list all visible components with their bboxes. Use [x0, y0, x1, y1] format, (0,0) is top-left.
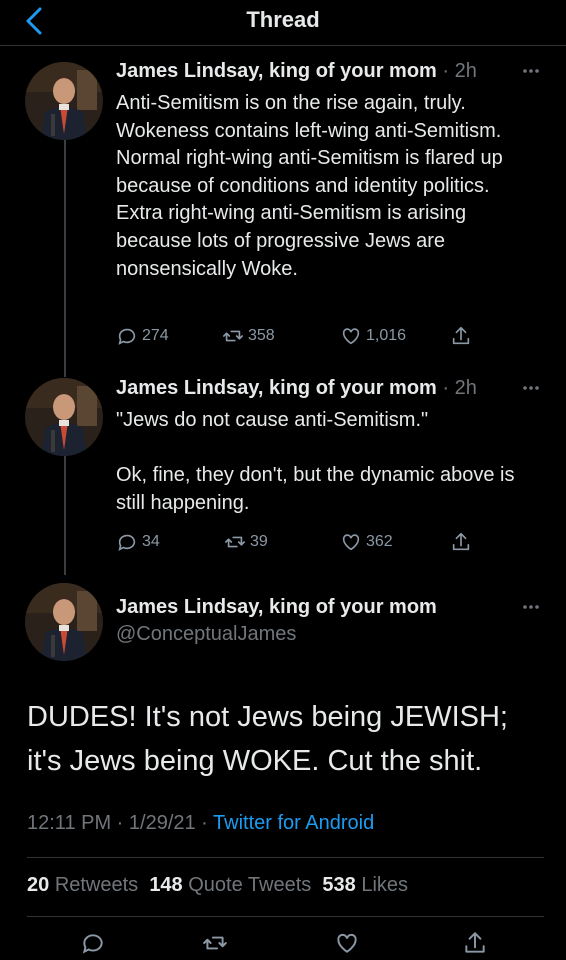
- author-handle[interactable]: @ConceptualJames: [116, 623, 296, 646]
- reply-button[interactable]: 34: [116, 531, 160, 553]
- tweet-text: Anti-Semitism is on the rise again, trul…: [116, 92, 509, 280]
- tweet-time: · 2h: [442, 377, 477, 399]
- tweet-actions: 34 39 362: [116, 531, 486, 555]
- more-horizontal-icon[interactable]: [522, 604, 540, 610]
- share-icon: [452, 532, 470, 551]
- avatar[interactable]: [25, 583, 103, 661]
- retweets-count: 20: [27, 874, 50, 896]
- tweet-header: James Lindsay, king of your mom · 2h: [116, 60, 477, 83]
- heart-icon: [342, 534, 360, 551]
- tweet-actions: 274 358 1,016: [116, 325, 486, 349]
- tweet-stats: 20 Retweets 148 Quote Tweets 538 Likes: [27, 874, 408, 897]
- author-name[interactable]: James Lindsay, king of your mom: [116, 377, 437, 399]
- retweets-stat[interactable]: 20 Retweets: [27, 874, 138, 896]
- divider: [27, 857, 544, 858]
- more-horizontal-icon[interactable]: [522, 68, 540, 74]
- quotes-count: 148: [149, 874, 183, 896]
- source-link[interactable]: Twitter for Android: [213, 812, 374, 834]
- tweet-timestamp: 12:11 PM · 1/29/21 · Twitter for Android: [27, 812, 374, 835]
- like-button[interactable]: 1,016: [340, 325, 406, 347]
- retweet-icon: [225, 536, 245, 548]
- like-count: 362: [366, 533, 393, 550]
- retweet-button[interactable]: 39: [224, 531, 268, 553]
- author-name[interactable]: James Lindsay, king of your mom: [116, 60, 437, 82]
- share-icon[interactable]: [462, 930, 488, 956]
- reply-button[interactable]: 274: [116, 325, 169, 347]
- thread-connector: [64, 140, 66, 377]
- page-title: Thread: [246, 7, 320, 32]
- heart-icon: [342, 328, 360, 345]
- divider: [27, 916, 544, 917]
- likes-stat[interactable]: 538 Likes: [322, 874, 408, 896]
- retweet-icon: [223, 330, 243, 342]
- like-count: 1,016: [366, 327, 407, 344]
- main-tweet-actions: [0, 930, 566, 960]
- reply-icon: [118, 534, 136, 551]
- quotes-label: Quote Tweets: [188, 874, 312, 896]
- author-name[interactable]: James Lindsay, king of your mom: [116, 596, 437, 618]
- retweet-icon[interactable]: [202, 930, 228, 956]
- share-button[interactable]: [450, 531, 476, 553]
- share-icon: [452, 326, 470, 345]
- tweet-header: James Lindsay, king of your mom · 2h: [116, 377, 477, 400]
- reply-count: 34: [142, 533, 160, 550]
- likes-label: Likes: [361, 874, 409, 896]
- retweet-count: 358: [248, 327, 275, 344]
- tweet-time: · 2h: [442, 60, 477, 82]
- retweet-button[interactable]: 358: [222, 325, 275, 347]
- reply-icon: [118, 328, 136, 345]
- tweet-text: DUDES! It's not Jews being JEWISH; it's …: [27, 701, 508, 777]
- tweet-text: "Jews do not cause anti-Semitism." Ok, f…: [116, 409, 515, 514]
- reply-count: 274: [142, 327, 169, 344]
- avatar[interactable]: [25, 62, 103, 140]
- thread-connector: [64, 455, 66, 575]
- timestamp-text: 12:11 PM · 1/29/21 ·: [27, 812, 214, 834]
- retweet-count: 39: [250, 533, 268, 550]
- retweets-label: Retweets: [54, 874, 139, 896]
- more-horizontal-icon[interactable]: [522, 385, 540, 391]
- share-button[interactable]: [450, 325, 476, 347]
- heart-icon[interactable]: [334, 930, 360, 956]
- tweet-header: James Lindsay, king of your mom: [116, 596, 437, 619]
- avatar[interactable]: [25, 378, 103, 456]
- like-button[interactable]: 362: [340, 531, 393, 553]
- likes-count: 538: [322, 874, 356, 896]
- reply-icon[interactable]: [80, 930, 106, 956]
- top-bar: Thread: [0, 0, 566, 46]
- quotes-stat[interactable]: 148 Quote Tweets: [149, 874, 311, 896]
